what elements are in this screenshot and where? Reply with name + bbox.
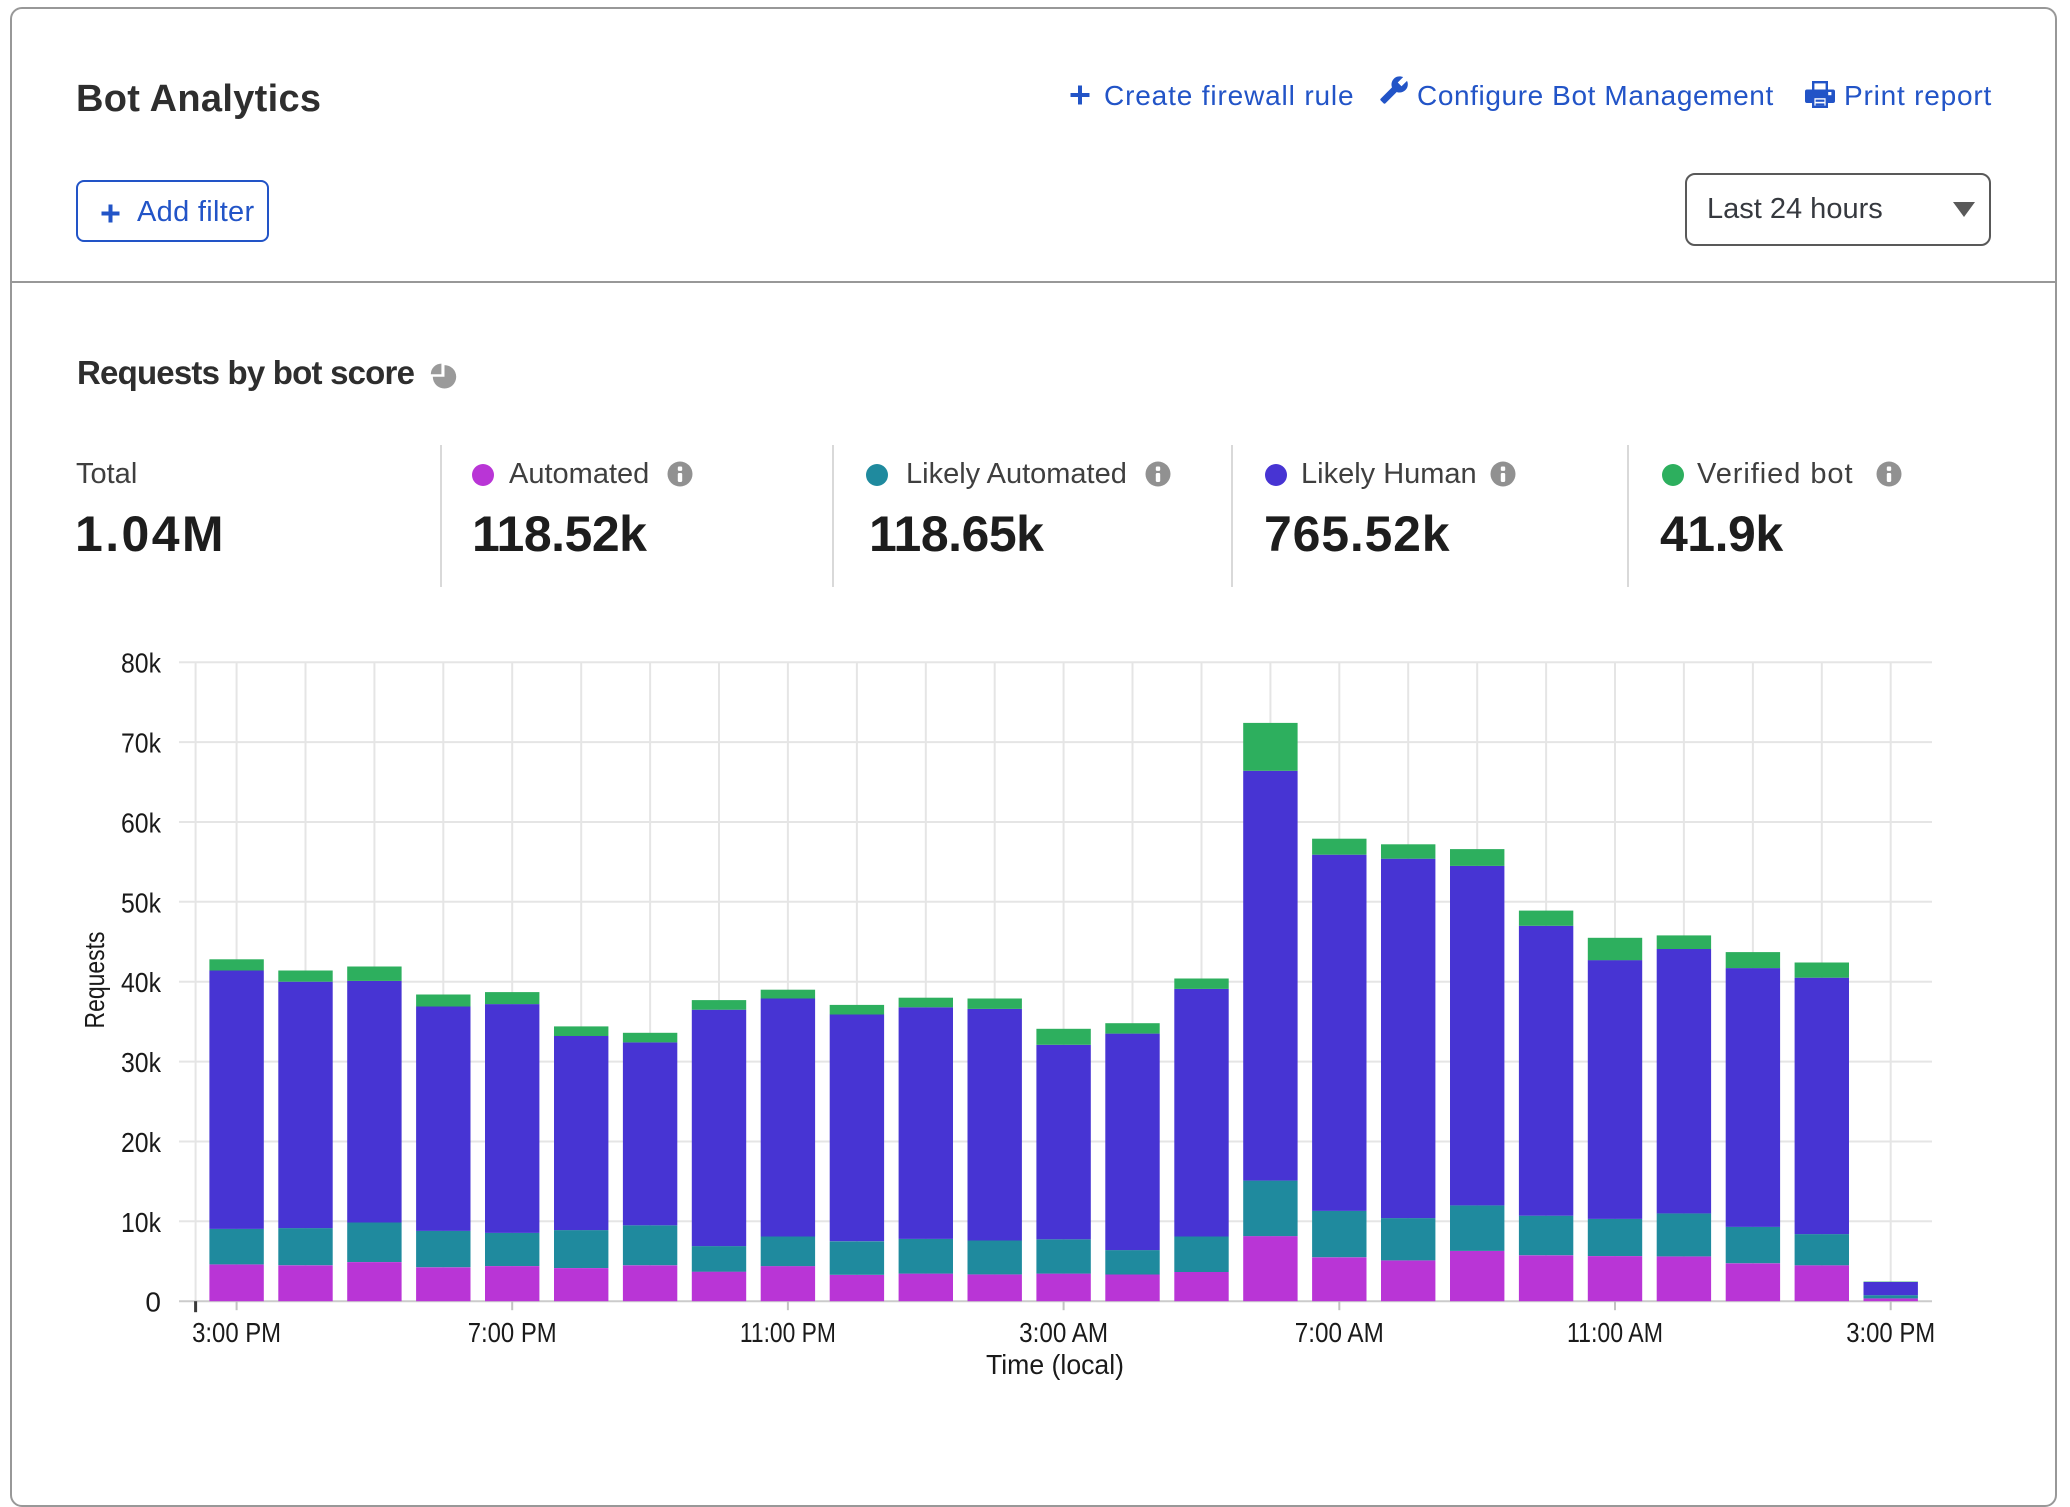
svg-text:70k: 70k xyxy=(121,728,162,759)
svg-text:3:00 AM: 3:00 AM xyxy=(1019,1317,1108,1348)
svg-text:60k: 60k xyxy=(121,808,162,839)
svg-text:11:00 AM: 11:00 AM xyxy=(1567,1317,1663,1348)
svg-text:0: 0 xyxy=(145,1287,161,1318)
svg-text:3:00 PM: 3:00 PM xyxy=(192,1317,281,1348)
svg-text:11:00 PM: 11:00 PM xyxy=(740,1317,836,1348)
svg-text:20k: 20k xyxy=(121,1127,162,1158)
svg-text:80k: 80k xyxy=(121,648,162,679)
svg-text:40k: 40k xyxy=(121,967,162,998)
svg-text:Time (local): Time (local) xyxy=(986,1349,1124,1380)
svg-text:50k: 50k xyxy=(121,887,162,918)
svg-text:Requests: Requests xyxy=(79,932,110,1029)
svg-text:3:00 PM: 3:00 PM xyxy=(1846,1317,1935,1348)
svg-text:7:00 AM: 7:00 AM xyxy=(1295,1317,1384,1348)
svg-text:10k: 10k xyxy=(121,1207,162,1238)
svg-text:7:00 PM: 7:00 PM xyxy=(468,1317,557,1348)
svg-text:30k: 30k xyxy=(121,1047,162,1078)
